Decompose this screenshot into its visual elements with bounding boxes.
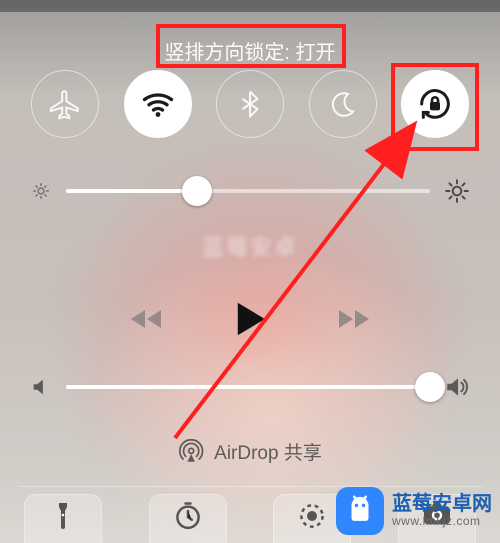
moon-icon (328, 89, 358, 119)
flashlight-button[interactable] (24, 494, 102, 543)
timer-icon (173, 501, 203, 531)
prev-icon (129, 304, 169, 334)
media-transport (0, 300, 500, 338)
volume-track[interactable] (66, 385, 430, 389)
brightness-fill (66, 189, 197, 193)
control-center: 竖排方向锁定: 打开 蓝莓安卓 (0, 0, 500, 543)
annotation-highlight-toast (156, 24, 346, 68)
play-button[interactable] (233, 300, 267, 338)
bluetooth-icon (235, 89, 265, 119)
wifi-toggle[interactable] (124, 70, 192, 138)
brightness-low-icon (30, 180, 52, 202)
volume-slider[interactable] (30, 374, 470, 400)
next-icon (331, 304, 371, 334)
airplane-toggle[interactable] (31, 70, 99, 138)
nightshift-icon (297, 501, 327, 531)
flashlight-icon (51, 501, 75, 531)
prev-button[interactable] (129, 304, 169, 334)
now-playing-title: 蓝莓安卓 (0, 230, 500, 262)
wifi-icon (140, 86, 176, 122)
watermark-text: 蓝莓安卓网 www.lmkjz.com (392, 493, 492, 528)
volume-low-icon (30, 376, 52, 398)
status-bar (0, 0, 500, 12)
brightness-knob[interactable] (182, 176, 212, 206)
now-playing-text: 蓝莓安卓 (202, 230, 298, 262)
watermark-title: 蓝莓安卓网 (392, 493, 492, 515)
volume-knob[interactable] (415, 372, 445, 402)
brightness-slider[interactable] (30, 178, 470, 204)
volume-fill (66, 385, 430, 389)
airplane-icon (48, 87, 82, 121)
airdrop-button[interactable]: AirDrop 共享 (178, 438, 322, 465)
do-not-disturb-toggle[interactable] (309, 70, 377, 138)
play-icon (233, 300, 267, 338)
annotation-highlight-lock-toggle (391, 63, 479, 151)
bluetooth-toggle[interactable] (216, 70, 284, 138)
airdrop-label: AirDrop 共享 (214, 438, 322, 465)
watermark: 蓝莓安卓网 www.lmkjz.com (336, 487, 492, 535)
watermark-logo (336, 487, 384, 535)
brightness-track[interactable] (66, 189, 430, 193)
timer-button[interactable] (149, 494, 227, 543)
watermark-url: www.lmkjz.com (392, 515, 492, 528)
next-button[interactable] (331, 304, 371, 334)
volume-high-icon (444, 374, 470, 400)
brightness-high-icon (444, 178, 470, 204)
airdrop-icon (178, 439, 204, 465)
